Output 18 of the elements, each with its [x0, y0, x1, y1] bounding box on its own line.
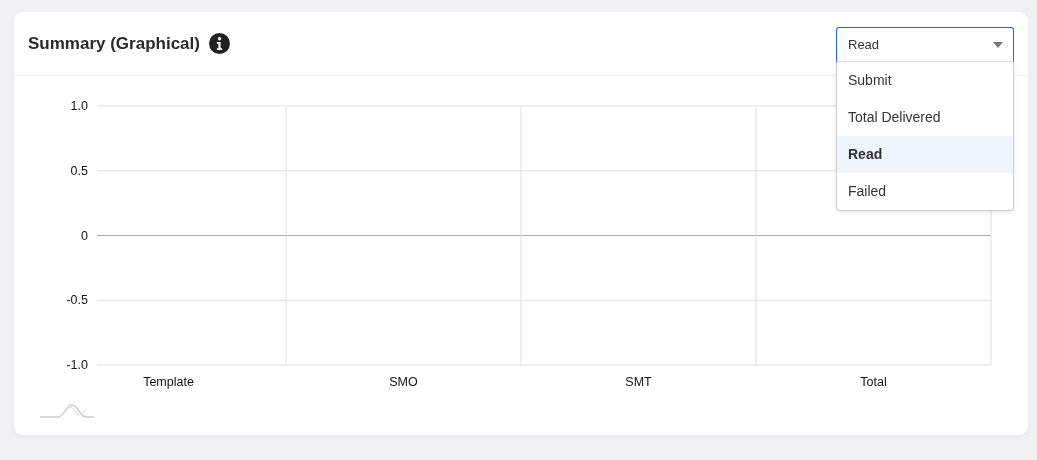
- axis-category-label: Total: [860, 375, 887, 389]
- axis-category-label: Template: [143, 375, 194, 389]
- axis-tick-label: 1.0: [70, 99, 88, 113]
- wave-icon: [39, 404, 95, 418]
- dropdown-option[interactable]: Submit: [837, 62, 1013, 99]
- panel-title: Summary (Graphical): [28, 33, 200, 54]
- info-icon[interactable]: [208, 33, 230, 54]
- axis-category-label: SMT: [625, 375, 652, 389]
- axis-tick-label: -0.5: [66, 293, 88, 308]
- axis-tick-label: 0: [81, 228, 88, 243]
- axis-tick-label: -1.0: [66, 358, 88, 372]
- axis-category-label: SMO: [389, 375, 418, 389]
- caret-icon: [993, 41, 1003, 48]
- axis-tick-label: 0.5: [70, 163, 88, 178]
- dropdown-option[interactable]: Total Delivered: [837, 99, 1013, 136]
- dropdown-option[interactable]: Failed: [837, 173, 1013, 210]
- dropdown-option[interactable]: Read: [837, 136, 1013, 173]
- metric-dropdown[interactable]: Read: [836, 27, 1014, 62]
